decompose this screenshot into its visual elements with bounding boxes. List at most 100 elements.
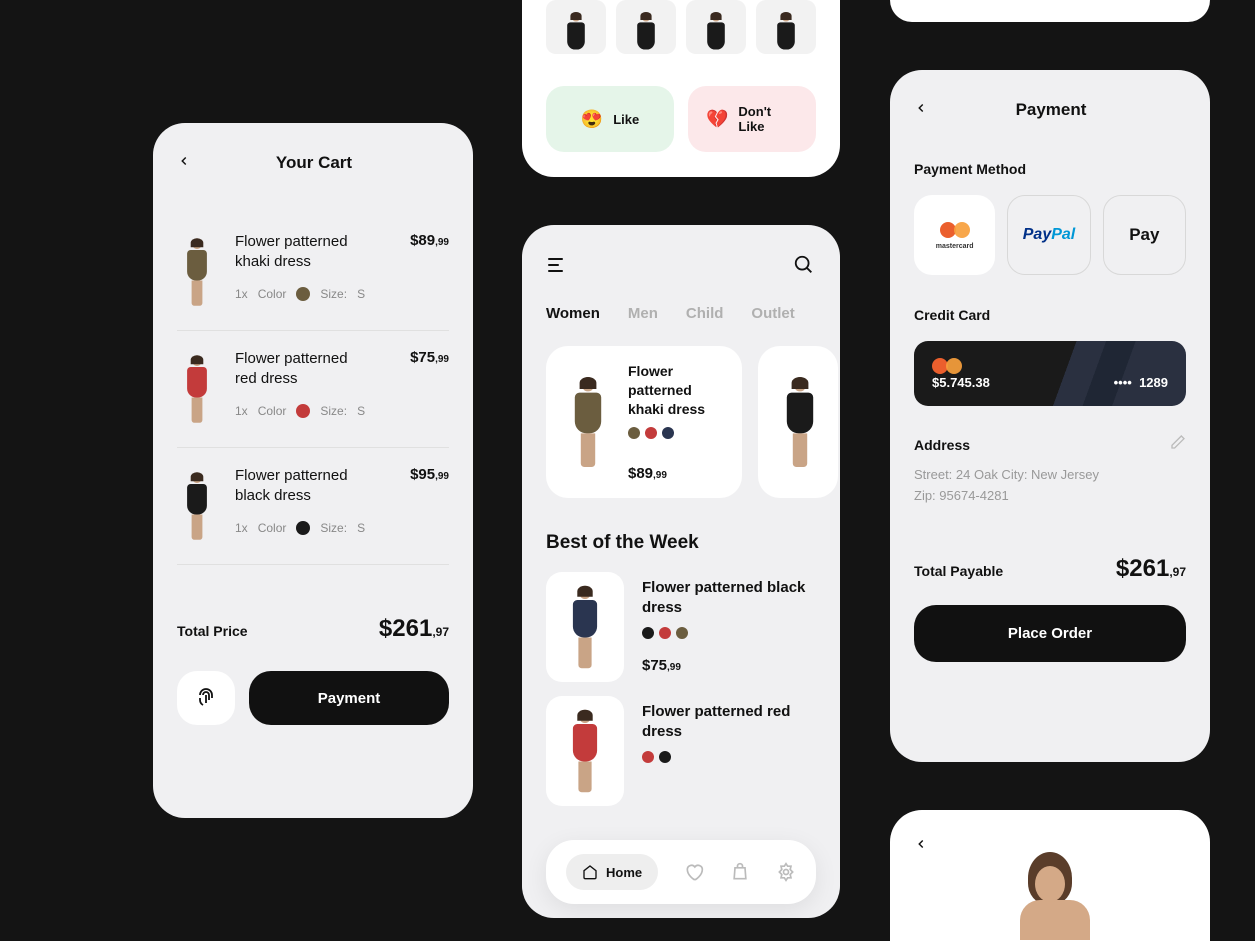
dislike-label: Don't Like [738,104,798,134]
product-name: Flower patterned red dress [235,349,365,390]
address-label: Address [914,437,970,453]
back-icon[interactable] [914,98,928,121]
color-swatch[interactable] [662,427,674,439]
card-balance: $5.745.38 [932,375,990,390]
product-name: Flower patterned khaki dress [628,362,726,419]
week-item[interactable]: Flower patterned red dress [522,696,840,820]
size-value: S [357,521,365,535]
like-button[interactable]: 😍 Like [546,86,674,152]
color-swatch[interactable] [642,627,654,639]
week-item[interactable]: Flower patterned black dress $75,99 [522,572,840,696]
tab-women[interactable]: Women [546,305,600,322]
cart-item[interactable]: Flower patterned black dress 1x Color Si… [177,448,449,565]
address-line: Zip: 95674-4281 [914,486,1186,507]
quantity: 1x [235,287,248,301]
broken-heart-icon: 💔 [706,109,728,130]
nav-home-button[interactable]: Home [566,854,658,890]
price: $89,99 [628,465,726,482]
product-name: Flower patterned black dress [642,578,816,619]
size-label: Size: [320,521,347,535]
product-name: Flower patterned black dress [235,466,365,507]
product-card[interactable] [758,346,838,498]
color-swatch[interactable] [642,751,654,763]
color-swatch[interactable] [659,751,671,763]
back-icon[interactable] [914,834,928,856]
color-swatch[interactable] [676,627,688,639]
edit-icon[interactable] [1170,434,1186,455]
quantity: 1x [235,404,248,418]
cart-title: Your Cart [191,153,437,173]
product-image [562,362,614,482]
home-screen: Women Men Child Outlet Flower patterned … [522,225,840,918]
color-label: Color [258,287,287,301]
mastercard-label: mastercard [936,243,974,250]
product-thumb[interactable] [686,0,746,54]
total-label: Total Payable [914,563,1003,579]
product-thumb[interactable] [616,0,676,54]
search-icon[interactable] [792,253,816,277]
product-thumb[interactable] [546,0,606,54]
fingerprint-button[interactable] [177,671,235,725]
mastercard-option[interactable]: mastercard [914,195,995,275]
paypal-option[interactable]: PayPal [1007,195,1090,275]
price: $89,99 [410,232,449,312]
settings-icon[interactable] [776,862,796,882]
nav-home-label: Home [606,865,642,880]
color-swatch [296,521,310,535]
credit-card-label: Credit Card [914,307,1186,323]
color-swatch[interactable] [659,627,671,639]
back-icon[interactable] [177,151,191,174]
total-row: Total Price $261,97 [177,615,449,643]
partial-screen [890,0,1210,22]
product-thumb[interactable] [756,0,816,54]
size-label: Size: [320,287,347,301]
color-swatch [296,287,310,301]
product-image [546,696,624,806]
dislike-button[interactable]: 💔 Don't Like [688,86,816,152]
bag-icon[interactable] [730,862,750,882]
color-swatch[interactable] [628,427,640,439]
paypal-icon: PayPal [1023,226,1075,244]
payment-method-label: Payment Method [914,161,1186,177]
price: $75,99 [410,349,449,429]
color-label: Color [258,521,287,535]
price: $75,99 [642,657,816,674]
product-image [177,349,217,429]
tab-outlet[interactable]: Outlet [751,305,794,322]
home-icon [582,864,598,880]
address-line: Street: 24 Oak City: New Jersey [914,465,1186,486]
total-label: Total Price [177,623,248,639]
tab-child[interactable]: Child [686,305,724,322]
applepay-icon: Pay [1129,225,1159,245]
quantity: 1x [235,521,248,535]
product-name: Flower patterned khaki dress [235,232,365,273]
menu-icon[interactable] [546,253,570,277]
model-image [980,852,1120,941]
size-value: S [357,287,365,301]
heart-icon[interactable] [684,862,704,882]
cart-item[interactable]: Flower patterned khaki dress 1x Color Si… [177,214,449,331]
like-card: 😍 Like 💔 Don't Like [522,0,840,177]
product-card[interactable]: Flower patterned khaki dress $89,99 [546,346,742,498]
total-value: $261,97 [1116,555,1186,583]
product-image [774,362,826,482]
heart-eyes-icon: 😍 [581,109,603,130]
tab-men[interactable]: Men [628,305,658,322]
product-name: Flower patterned red dress [642,702,816,743]
section-title: Best of the Week [522,532,840,554]
payment-screen: Payment Payment Method mastercard PayPal… [890,70,1210,762]
price: $95,99 [410,466,449,546]
color-swatch[interactable] [645,427,657,439]
like-label: Like [613,112,639,127]
fingerprint-icon [194,686,218,710]
credit-card[interactable]: $5.745.38 •••• 1289 [914,341,1186,406]
place-order-button[interactable]: Place Order [914,605,1186,662]
category-tabs: Women Men Child Outlet [522,305,840,322]
applepay-option[interactable]: Pay [1103,195,1186,275]
cart-header: Your Cart [177,151,449,174]
cart-item[interactable]: Flower patterned red dress 1x Color Size… [177,331,449,448]
mastercard-icon [940,221,970,239]
payment-button[interactable]: Payment [249,671,449,725]
product-image [546,572,624,682]
product-image [177,232,217,312]
